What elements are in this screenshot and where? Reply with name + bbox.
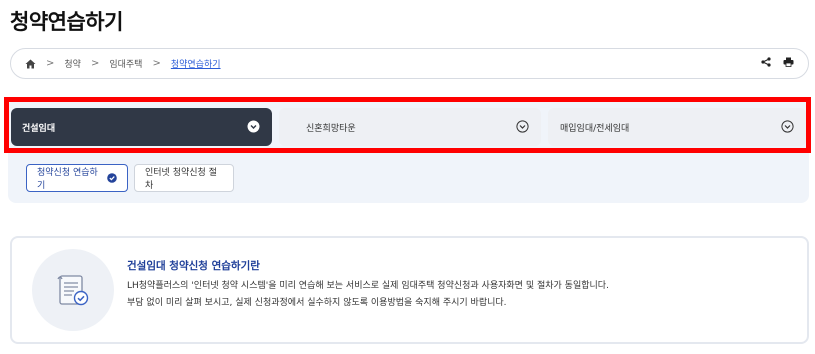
- internet-subscription-procedure-button[interactable]: 인터넷 청약신청 절차: [134, 164, 234, 192]
- breadcrumb-item-current[interactable]: 청약연습하기: [171, 57, 221, 70]
- breadcrumb-actions: [761, 57, 794, 67]
- button-label: 청약신청 연습하기: [37, 168, 98, 191]
- document-check-icon: [32, 249, 114, 331]
- share-icon[interactable]: [761, 57, 771, 67]
- info-description-line-2: 부담 없이 미리 살펴 보시고, 실제 신청과정에서 실수하지 않도록 이용방법…: [127, 298, 507, 308]
- chevron-right-icon: >: [46, 58, 55, 69]
- breadcrumb-item-subscription[interactable]: 청약: [64, 57, 81, 70]
- practice-subscription-button[interactable]: 청약신청 연습하기: [26, 164, 128, 192]
- info-title: 건설임대 청약신청 연습하기란: [127, 260, 260, 272]
- page-title: 청약연습하기: [10, 10, 123, 34]
- info-description-line-1: LH청약플러스의 '인터넷 청약 시스템'을 미리 연습해 보는 서비스로 실제…: [127, 281, 609, 291]
- breadcrumb: > 청약 > 임대주택 > 청약연습하기: [10, 48, 809, 79]
- info-card: 건설임대 청약신청 연습하기란 LH청약플러스의 '인터넷 청약 시스템'을 미…: [10, 236, 809, 344]
- print-icon[interactable]: [783, 57, 794, 67]
- home-icon[interactable]: [25, 59, 36, 69]
- check-circle-icon: [107, 173, 117, 183]
- chevron-right-icon: >: [152, 58, 161, 69]
- highlight-frame: [4, 97, 811, 153]
- chevron-right-icon: >: [90, 58, 100, 69]
- breadcrumb-item-rental-housing[interactable]: 임대주택: [109, 57, 142, 70]
- button-label: 인터넷 청약신청 절차: [145, 168, 217, 191]
